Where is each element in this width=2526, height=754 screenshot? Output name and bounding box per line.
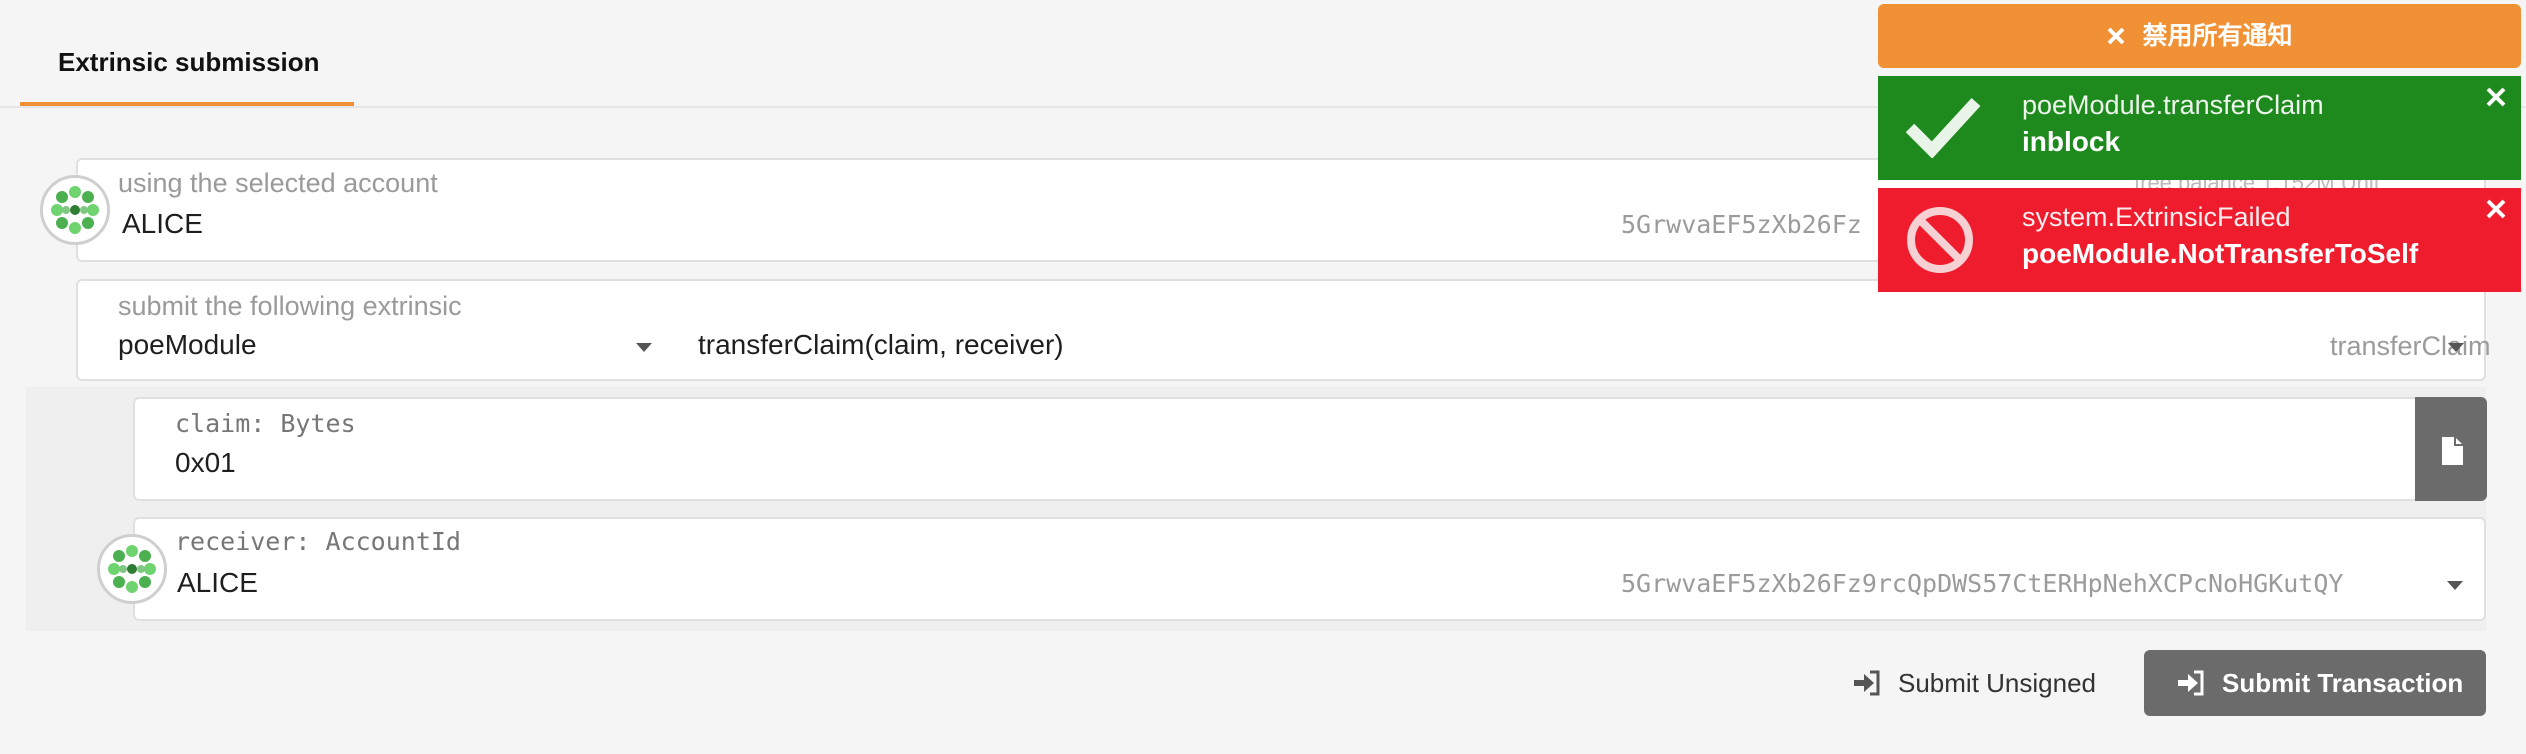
chevron-down-icon [2448,343,2464,352]
claim-value: 0x01 [175,447,236,478]
close-icon [2108,27,2125,45]
module-dropdown[interactable]: poeModule [78,281,678,381]
receiver-address: 5GrwvaEF5zXb26Fz9rcQpDWS57CtERHpNehXCPcN… [1621,569,2344,598]
close-icon[interactable] [2485,198,2507,220]
receiver-label: receiver: AccountId [175,527,461,556]
receiver-name: ALICE [177,567,258,598]
chevron-down-icon [636,343,652,352]
submit-unsigned-button[interactable]: Submit Unsigned [1840,650,2100,716]
close-icon[interactable] [2485,86,2507,108]
file-icon [2442,437,2463,465]
claim-label: claim: Bytes [175,409,356,438]
sign-in-icon [1854,670,1880,696]
receiver-selector[interactable]: receiver: AccountId ALICE 5GrwvaEF5zXb26… [133,517,2486,621]
claim-input[interactable]: claim: Bytes 0x01 [133,397,2417,501]
account-label: using the selected account [118,168,438,198]
dismiss-all-label: 禁用所有通知 [2142,22,2293,50]
tab-extrinsic-submission[interactable]: Extrinsic submission [20,30,354,106]
account-name: ALICE [122,208,203,239]
extrinsic-selector: submit the following extrinsic poeModule… [76,279,2491,381]
identicon-icon [51,186,99,234]
notification-title: poeModule.transferClaim [2022,90,2324,120]
notification-success: poeModule.transferClaim inblock [1878,76,2521,180]
call-dropdown[interactable]: transferClaim(claim, receiver) transferC… [698,281,2491,381]
active-tab-indicator [20,102,354,106]
account-avatar [40,175,110,245]
receiver-avatar [97,534,167,604]
account-address: 5GrwvaEF5zXb26Fz [1621,210,1862,239]
check-icon [1905,97,1981,158]
chevron-down-icon [2447,581,2463,590]
sign-in-icon [2178,670,2204,696]
submit-transaction-button[interactable]: Submit Transaction [2144,650,2486,716]
submit-unsigned-label: Submit Unsigned [1898,668,2096,698]
module-value: poeModule [118,329,257,360]
identicon-icon [108,545,156,593]
call-signature: transferClaim(claim, receiver) [698,329,1064,360]
ban-icon [1907,207,1973,273]
submit-transaction-label: Submit Transaction [2222,668,2464,698]
notification-status: poeModule.NotTransferToSelf [2022,238,2419,269]
dismiss-all-notifications-button[interactable]: 禁用所有通知 [1878,4,2521,68]
call-name: transferClaim [2330,331,2491,361]
file-upload-button[interactable] [2415,397,2487,501]
notification-title: system.ExtrinsicFailed [2022,202,2291,232]
notification-error: system.ExtrinsicFailed poeModule.NotTran… [1878,188,2521,292]
notification-status: inblock [2022,126,2121,157]
